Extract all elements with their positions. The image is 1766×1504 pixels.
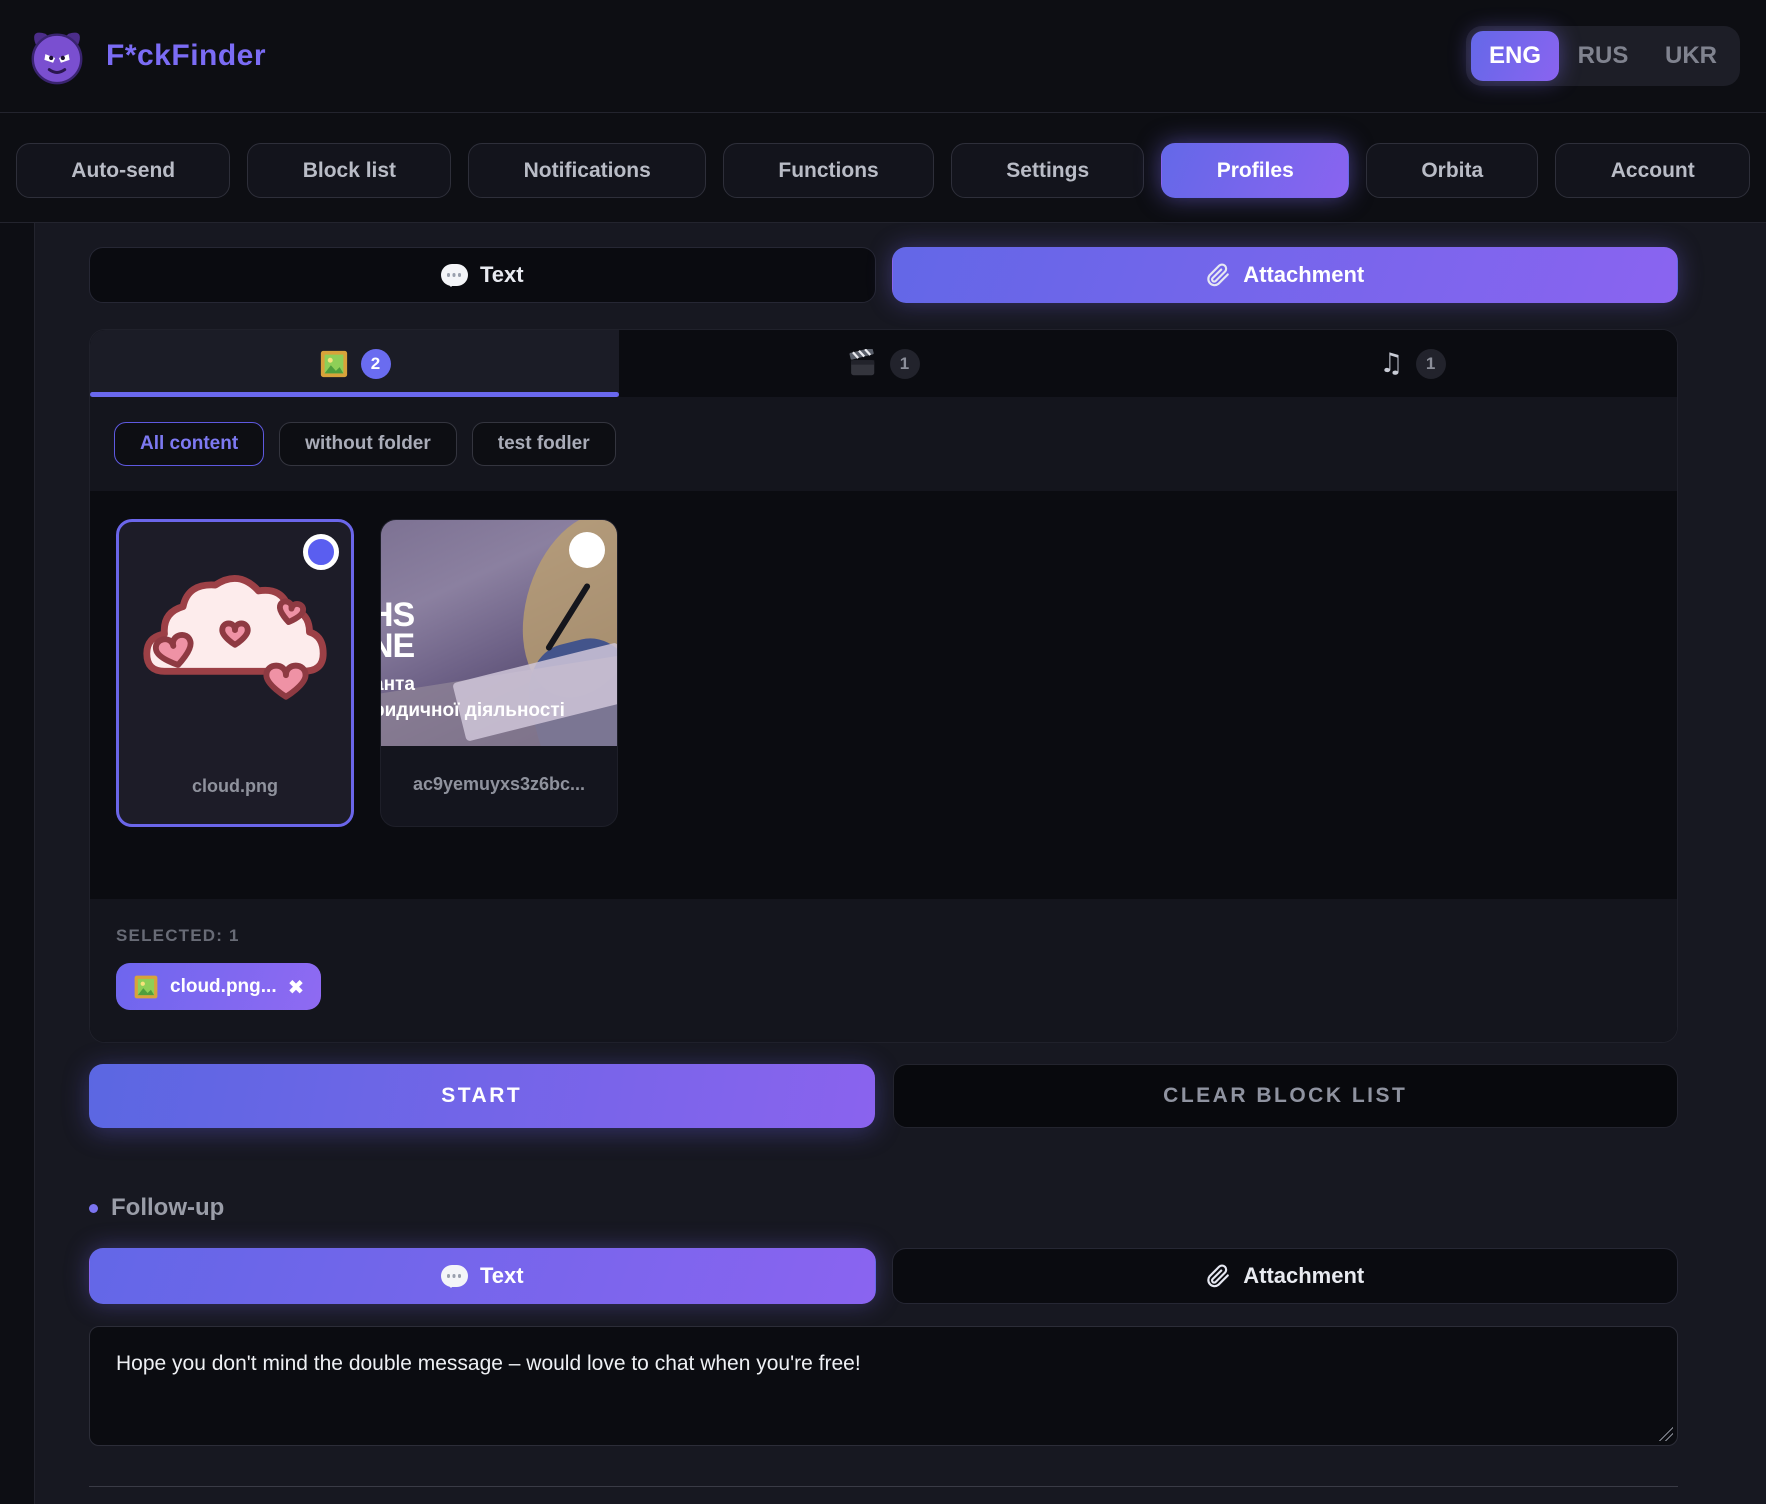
followup-text-label: Text <box>480 1263 524 1289</box>
picture-frame-icon <box>319 349 349 379</box>
main-nav: Auto-send Block list Notifications Funct… <box>0 113 1766 223</box>
tab-audio[interactable]: ♫ 1 <box>1148 330 1677 397</box>
app-header: F*ckFinder ENG RUS UKR <box>0 0 1766 113</box>
selected-file-chip[interactable]: cloud.png... ✖ <box>116 963 321 1010</box>
attachment-mode-label: Attachment <box>1243 262 1364 288</box>
lang-ukr-button[interactable]: UKR <box>1647 31 1735 81</box>
folder-without-folder[interactable]: without folder <box>279 422 457 466</box>
images-count-badge: 2 <box>361 349 391 379</box>
followup-title: Follow-up <box>111 1194 224 1222</box>
devil-logo-icon <box>26 25 88 87</box>
file-name-label: cloud.png <box>119 748 351 824</box>
file-name-label: ac9yemuyxs3z6bc... <box>381 746 617 822</box>
text-mode-label: Text <box>480 262 524 288</box>
audio-count-badge: 1 <box>1416 349 1446 379</box>
followup-mode-toggle: Text Attachment <box>89 1248 1678 1304</box>
close-icon[interactable]: ✖ <box>288 977 305 997</box>
lang-rus-button[interactable]: RUS <box>1559 31 1647 81</box>
paperclip-icon <box>1205 262 1231 288</box>
followup-text-button[interactable]: Text <box>89 1248 876 1304</box>
selected-chip-label: cloud.png... <box>170 976 277 998</box>
selected-summary: SELECTED: 1 cloud.png... ✖ <box>90 899 1677 1042</box>
followup-attachment-label: Attachment <box>1243 1263 1364 1289</box>
music-note-icon: ♫ <box>1379 350 1403 377</box>
file-card-photo[interactable]: НS NE анта ридичної діяльності ac9yemuyx… <box>380 519 618 827</box>
followup-message-input[interactable]: Hope you don't mind the double message –… <box>89 1326 1678 1446</box>
message-mode-toggle: Text Attachment <box>89 247 1678 303</box>
page-title: F*ckFinder <box>106 39 266 73</box>
nav-account[interactable]: Account <box>1555 143 1750 198</box>
nav-orbita[interactable]: Orbita <box>1366 143 1538 198</box>
select-radio-unchecked[interactable] <box>569 532 605 568</box>
photo-caption-text: анта ридичної діяльності <box>381 672 565 723</box>
followup-header: Follow-up <box>89 1194 1678 1222</box>
selected-count-label: SELECTED: 1 <box>116 926 1651 946</box>
tab-videos[interactable]: 1 <box>619 330 1148 397</box>
speech-bubble-icon <box>441 1265 468 1287</box>
folder-all-content[interactable]: All content <box>114 422 264 466</box>
lang-eng-button[interactable]: ENG <box>1471 31 1559 81</box>
nav-block-list[interactable]: Block list <box>247 143 451 198</box>
language-switcher: ENG RUS UKR <box>1466 26 1740 86</box>
folder-filter-row: All content without folder test fodler <box>90 397 1677 491</box>
videos-count-badge: 1 <box>890 349 920 379</box>
files-grid: cloud.png НS NE анта <box>90 491 1677 899</box>
file-card-cloud[interactable]: cloud.png <box>116 519 354 827</box>
cloud-hearts-illustration <box>137 560 333 710</box>
nav-settings[interactable]: Settings <box>951 143 1144 198</box>
paperclip-icon <box>1205 1263 1231 1289</box>
folder-test-fodler[interactable]: test fodler <box>472 422 616 466</box>
nav-auto-send[interactable]: Auto-send <box>16 143 230 198</box>
tab-images[interactable]: 2 <box>90 330 619 397</box>
select-radio-checked[interactable] <box>303 534 339 570</box>
picture-frame-icon <box>133 974 159 1000</box>
attachment-picker: 2 1 ♫ 1 All content witho <box>89 329 1678 1043</box>
text-mode-button[interactable]: Text <box>89 247 876 303</box>
start-button[interactable]: START <box>89 1064 875 1128</box>
clapperboard-icon <box>848 349 878 379</box>
bullet-dot-icon <box>89 1204 98 1213</box>
action-row: START CLEAR BLOCK LIST <box>89 1064 1678 1128</box>
section-divider <box>89 1486 1678 1487</box>
clear-block-list-button[interactable]: CLEAR BLOCK LIST <box>893 1064 1679 1128</box>
nav-functions[interactable]: Functions <box>723 143 934 198</box>
nav-profiles[interactable]: Profiles <box>1161 143 1349 198</box>
followup-attachment-button[interactable]: Attachment <box>892 1248 1679 1304</box>
photo-logo-text: НS NE <box>381 600 414 663</box>
media-type-tabs: 2 1 ♫ 1 <box>90 330 1677 397</box>
nav-notifications[interactable]: Notifications <box>468 143 706 198</box>
attachment-mode-button[interactable]: Attachment <box>892 247 1679 303</box>
speech-bubble-icon <box>441 264 468 286</box>
content-panel: Text Attachment 2 <box>34 223 1766 1504</box>
followup-message-wrap: Hope you don't mind the double message –… <box>89 1326 1678 1446</box>
